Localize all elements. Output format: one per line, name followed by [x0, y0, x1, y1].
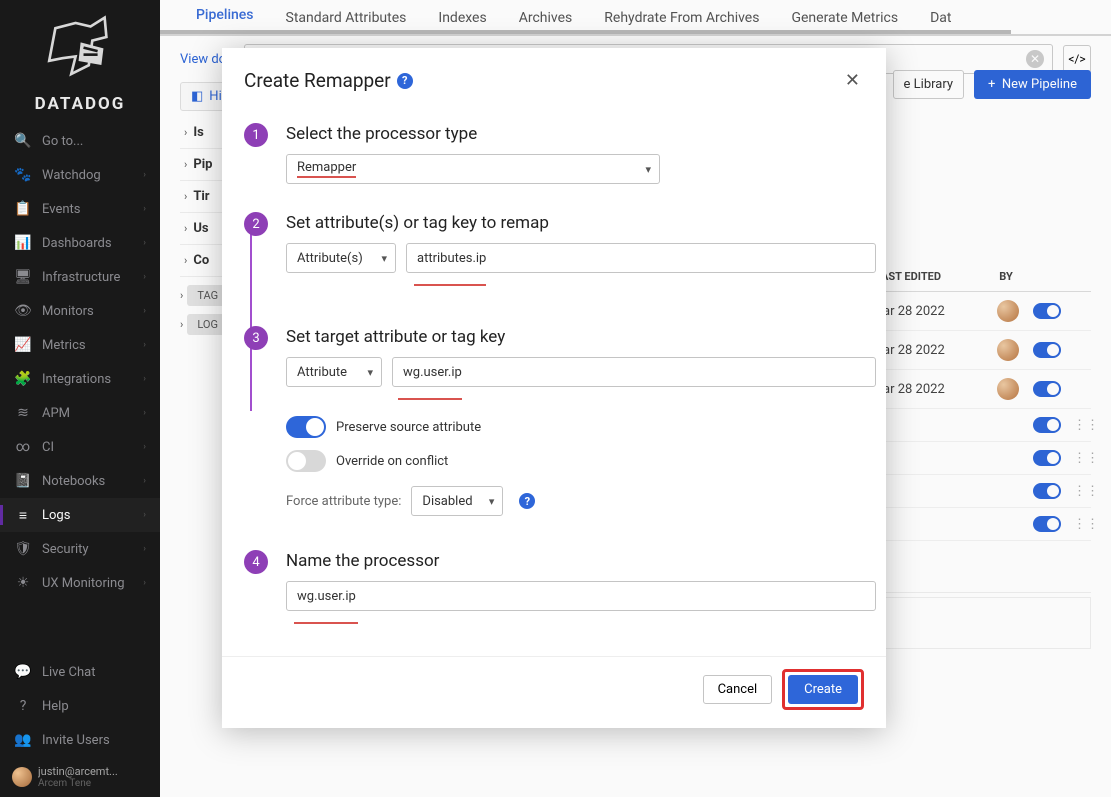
step-3-badge: 3	[244, 326, 268, 350]
step-1-title: Select the processor type	[286, 124, 864, 144]
step-4-badge: 4	[244, 550, 268, 574]
close-icon[interactable]: ✕	[841, 66, 864, 95]
preserve-source-label: Preserve source attribute	[336, 420, 481, 435]
force-attribute-type-label: Force attribute type:	[286, 494, 401, 509]
step-1-badge: 1	[244, 123, 268, 147]
preserve-source-toggle[interactable]	[286, 416, 326, 438]
step-2-badge: 2	[244, 212, 268, 236]
modal-title: Create Remapper	[244, 69, 391, 92]
force-attribute-type-select[interactable]: Disabled	[411, 486, 503, 516]
remap-source-input[interactable]	[406, 243, 876, 273]
remap-kind-select[interactable]: Attribute(s)	[286, 243, 396, 273]
help-icon[interactable]: ?	[397, 73, 413, 89]
step-4-title: Name the processor	[286, 551, 876, 571]
override-conflict-toggle[interactable]	[286, 450, 326, 472]
processor-name-input[interactable]	[286, 581, 876, 611]
override-conflict-label: Override on conflict	[336, 454, 448, 469]
target-attribute-input[interactable]	[392, 357, 876, 387]
step-2-title: Set attribute(s) or tag key to remap	[286, 213, 876, 233]
step-3-title: Set target attribute or tag key	[286, 327, 876, 347]
create-remapper-modal: Create Remapper ? ✕ 1 Select the process…	[222, 48, 886, 728]
processor-type-select[interactable]: Remapper	[286, 154, 660, 184]
create-button[interactable]: Create	[788, 675, 858, 704]
target-kind-select[interactable]: Attribute	[286, 357, 382, 387]
create-button-highlight: Create	[782, 669, 864, 710]
help-icon[interactable]: ?	[519, 493, 535, 509]
cancel-button[interactable]: Cancel	[703, 675, 773, 704]
